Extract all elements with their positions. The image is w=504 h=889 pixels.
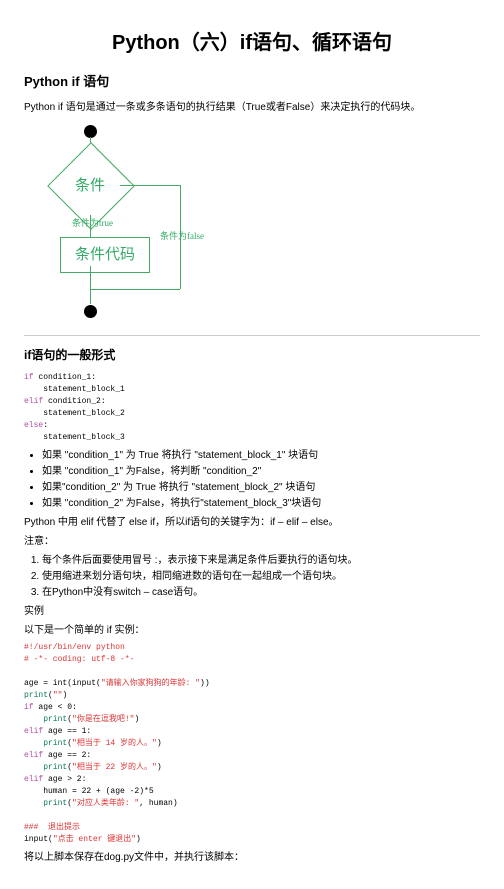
example-intro: 以下是一个简单的 if 实例： (24, 623, 480, 638)
save-note: 将以上脚本保存在dog.py文件中，并执行该脚本： (24, 850, 480, 865)
false-label: 条件为false (160, 230, 204, 244)
list-item: 如果"condition_2" 为 True 将执行 "statement_bl… (42, 480, 480, 495)
code-block-node: 条件代码 (60, 237, 150, 274)
condition-label: 条件 (60, 175, 120, 198)
list-item: 在Python中没有switch – case语句。 (42, 585, 480, 600)
code-example: #!/usr/bin/env python # -*- coding: utf-… (24, 642, 480, 846)
end-dot (84, 305, 97, 318)
section-if: Python if 语句 (24, 72, 480, 92)
divider (24, 335, 480, 336)
flowchart: 条件 条件为true 条件代码 条件为false (44, 125, 244, 325)
line (90, 266, 91, 304)
section-form-title: if语句的一般形式 (24, 346, 480, 364)
line (90, 289, 180, 290)
code-form: if condition_1: statement_block_1 elif c… (24, 372, 480, 444)
list-item: 如果 "condition_2" 为False，将执行"statement_bl… (42, 496, 480, 511)
bullets-list: 如果 "condition_1" 为 True 将执行 "statement_b… (42, 448, 480, 511)
list-item: 使用缩进来划分语句块，相同缩进数的语句在一起组成一个语句块。 (42, 569, 480, 584)
example-label: 实例 (24, 604, 480, 619)
intro-text: Python if 语句是通过一条或多条语句的执行结果（True或者False）… (24, 100, 480, 115)
list-item: 如果 "condition_1" 为False，将判断 "condition_2… (42, 464, 480, 479)
note-label: 注意： (24, 534, 480, 549)
line (120, 185, 180, 186)
list-item: 每个条件后面要使用冒号 :，表示接下来是满足条件后要执行的语句块。 (42, 553, 480, 568)
elif-note: Python 中用 elif 代替了 else if，所以if语句的关键字为：i… (24, 515, 480, 530)
page-title: Python（六）if语句、循环语句 (24, 28, 480, 58)
notes-list: 每个条件后面要使用冒号 :，表示接下来是满足条件后要执行的语句块。 使用缩进来划… (42, 553, 480, 600)
list-item: 如果 "condition_1" 为 True 将执行 "statement_b… (42, 448, 480, 463)
true-label: 条件为true (72, 217, 113, 231)
